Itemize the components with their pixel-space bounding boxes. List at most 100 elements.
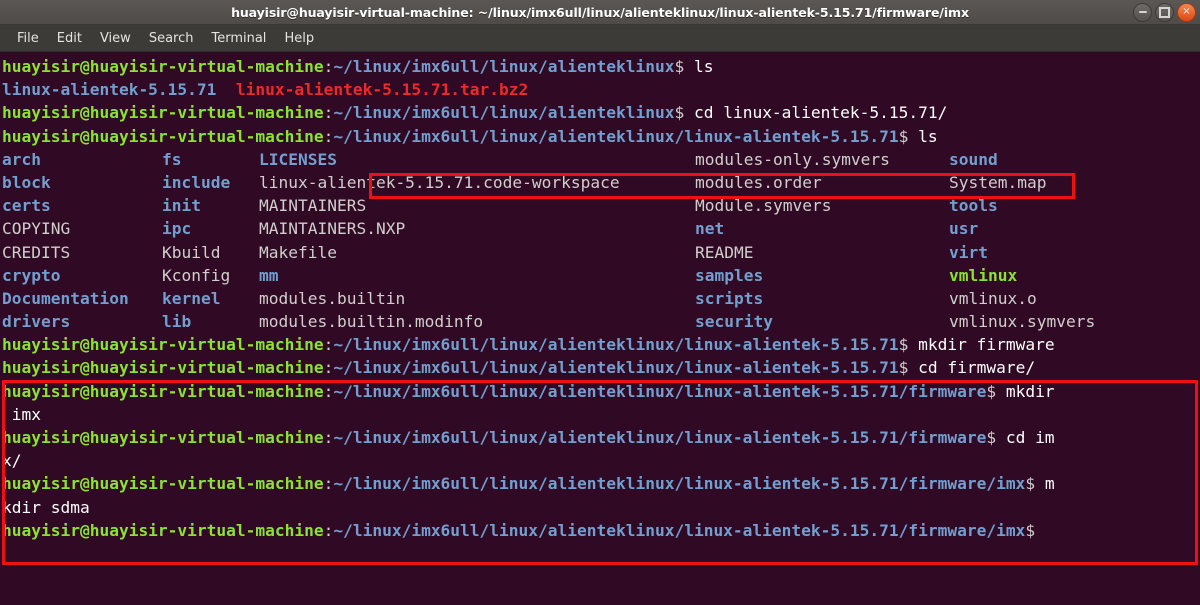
terminal-line: huayisir@huayisir-virtual-machine:~/linu… (2, 472, 1200, 495)
ls-entry: virt (949, 242, 988, 262)
command-text (684, 57, 694, 76)
terminal-line: huayisir@huayisir-virtual-machine:~/linu… (2, 426, 1200, 449)
prompt-colon: : (323, 520, 334, 540)
ls-spacer (908, 358, 918, 377)
prompt-dollar: $ (898, 126, 909, 146)
ls-spacer (908, 127, 918, 146)
prompt-dollar: $ (986, 381, 997, 401)
ls-entry: scripts (695, 288, 764, 308)
title-bar: huayisir@huayisir-virtual-machine: ~/lin… (0, 0, 1200, 25)
ls-entry-archive: linux-alientek-5.15.71.tar.bz2 (235, 80, 529, 100)
terminal-line-wrap: x/ (2, 449, 1200, 472)
ls-entry: LICENSES (259, 149, 337, 169)
ls-entry: CREDITS (2, 242, 71, 262)
ls-spacer (996, 382, 1006, 401)
ls-spacer (684, 103, 694, 122)
ls-row: CREDITS Kbuild Makefile README virt (2, 241, 1200, 264)
prompt-colon: : (323, 358, 334, 378)
menu-item-help[interactable]: Help (275, 28, 323, 49)
ls-entry: COPYING (2, 219, 71, 239)
terminal-line: huayisir@huayisir-virtual-machine:~/linu… (2, 101, 1200, 124)
prompt-colon: : (323, 335, 334, 355)
menu-item-file[interactable]: File (8, 28, 48, 49)
terminal-line: huayisir@huayisir-virtual-machine:~/linu… (2, 125, 1200, 148)
prompt-colon: : (323, 428, 334, 447)
prompt-dollar: $ (1025, 520, 1036, 540)
ls-entry: Makefile (259, 242, 337, 262)
command-mkdir-imx-arg: imx (11, 404, 41, 424)
prompt-colon: : (323, 474, 334, 494)
ls-entry: certs (2, 196, 51, 216)
ls-entry: Kbuild (162, 242, 221, 262)
terminal-output-area[interactable]: huayisir@huayisir-virtual-machine:~/linu… (0, 52, 1200, 605)
prompt-user-host: huayisir@huayisir-virtual-machine (2, 428, 324, 447)
ls-spacer (216, 80, 236, 99)
ls-entry: vmlinux.symvers (949, 312, 1096, 332)
prompt-path: ~/linux/imx6ull/linux/alienteklinux/linu… (333, 335, 899, 355)
menu-item-search[interactable]: Search (140, 28, 203, 49)
command-mkdir-sdma-cont: kdir sdma (2, 497, 90, 517)
prompt-dollar: $ (1025, 474, 1036, 494)
close-button[interactable]: × (1177, 2, 1196, 22)
menu-item-view[interactable]: View (91, 28, 140, 49)
command-cd-imx-cont: x/ (2, 451, 22, 471)
ls-entry: vmlinux.o (949, 288, 1037, 308)
prompt-colon: : (323, 103, 334, 123)
prompt-path: ~/linux/imx6ull/linux/alienteklinux/linu… (333, 428, 987, 447)
ls-row: crypto Kconfig mm samples vmlinux (2, 264, 1200, 287)
prompt-user-host: huayisir@huayisir-virtual-machine (2, 358, 324, 378)
close-icon: × (1182, 6, 1191, 17)
terminal-line: huayisir@huayisir-virtual-machine:~/linu… (2, 333, 1200, 356)
ls-entry: usr (949, 219, 979, 239)
ls-entry: Kconfig (162, 265, 231, 285)
ls-row: certs init MAINTAINERS Module.symvers tools (2, 194, 1200, 217)
window-controls: × (1133, 0, 1196, 24)
ls-spacer (908, 335, 918, 354)
ls-entry: net (695, 219, 725, 239)
prompt-colon: : (323, 57, 334, 76)
window-title: huayisir@huayisir-virtual-machine: ~/lin… (231, 4, 969, 20)
ls-spacer (996, 428, 1006, 447)
command-mkdir-imx: mkdir (1005, 381, 1055, 401)
terminal-line: huayisir@huayisir-virtual-machine:~/linu… (2, 356, 1200, 379)
terminal-line: huayisir@huayisir-virtual-machine:~/linu… (2, 380, 1200, 403)
prompt-path: ~/linux/imx6ull/linux/alienteklinux/linu… (333, 358, 899, 378)
ls-entry: MAINTAINERS (259, 196, 367, 216)
ls-spacer (1035, 474, 1045, 493)
ls-entry: lib (162, 312, 192, 332)
ls-row: arch fs LICENSES modules-only.symvers sound (2, 148, 1200, 171)
command-ls: ls (693, 57, 714, 76)
command-mkdir-imx-cont (2, 405, 12, 424)
prompt-user-host: huayisir@huayisir-virtual-machine (2, 381, 324, 401)
ls-entry: mm (259, 265, 279, 285)
prompt-dollar: $ (674, 57, 685, 76)
ls-entry: ipc (162, 219, 192, 239)
ls-entry: modules-only.symvers (695, 149, 890, 169)
prompt-user-host: huayisir@huayisir-virtual-machine (2, 126, 324, 146)
ls-entry: README (695, 242, 754, 262)
ls-row: drivers lib modules.builtin.modinfo securit… (2, 310, 1200, 333)
terminal-line-current: huayisir@huayisir-virtual-machine:~/linu… (2, 519, 1200, 542)
ls-entry: modules.builtin (259, 288, 406, 308)
prompt-user-host: huayisir@huayisir-virtual-machine (2, 103, 324, 123)
minimize-icon (1138, 11, 1147, 13)
prompt-path: ~/linux/imx6ull/linux/alienteklinux/linu… (333, 474, 1026, 494)
ls-entry: MAINTAINERS.NXP (259, 219, 406, 239)
prompt-path: ~/linux/imx6ull/linux/alienteklinux/linu… (333, 520, 1026, 540)
prompt-colon: : (323, 126, 334, 146)
minimize-button[interactable] (1133, 2, 1152, 22)
ls-entry: drivers (2, 312, 71, 332)
ls-entry: vmlinux (949, 265, 1018, 285)
menu-item-edit[interactable]: Edit (48, 28, 91, 49)
ls-entry: Module.symvers (695, 196, 832, 216)
menu-item-terminal[interactable]: Terminal (202, 28, 275, 49)
terminal-lines: huayisir@huayisir-virtual-machine:~/linu… (2, 55, 1200, 542)
ls-entry: tools (949, 196, 998, 216)
command-cd-firmware: cd firmware/ (918, 358, 1036, 378)
command-cd-kernel: cd linux-alientek-5.15.71/ (693, 103, 948, 123)
maximize-button[interactable] (1155, 2, 1174, 22)
prompt-dollar: $ (674, 103, 685, 123)
prompt-user-host: huayisir@huayisir-virtual-machine (2, 57, 324, 76)
prompt-dollar: $ (986, 428, 997, 447)
command-cd-imx: cd im (1005, 428, 1055, 447)
